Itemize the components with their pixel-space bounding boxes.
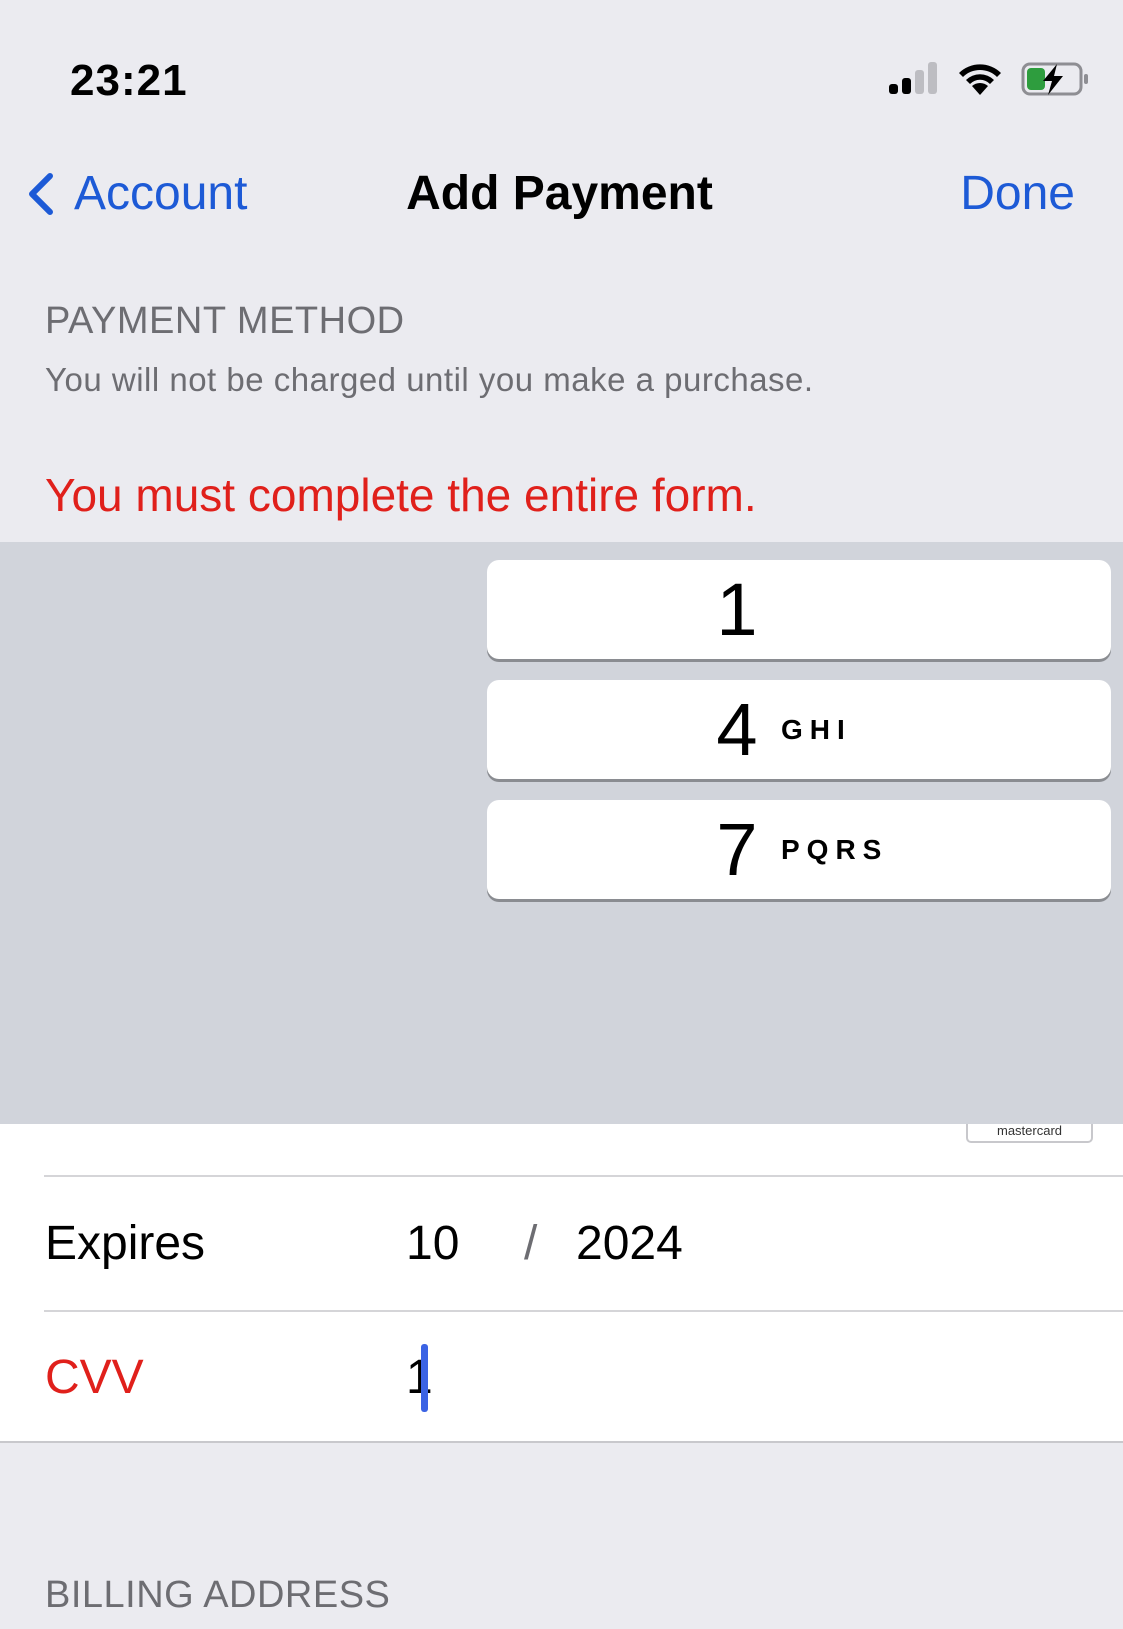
- payment-method-header: PAYMENT METHOD: [45, 300, 405, 342]
- key-digit: 1: [716, 568, 758, 651]
- key-letters: PQRS: [781, 833, 889, 865]
- expires-label: Expires: [45, 1217, 206, 1270]
- status-icons: [889, 62, 1089, 96]
- cvv-field[interactable]: 1: [406, 1350, 433, 1405]
- wifi-icon: [959, 64, 1001, 95]
- done-button[interactable]: Done: [960, 166, 1075, 221]
- key-letters: GHI: [781, 713, 852, 745]
- billing-address-header: BILLING ADDRESS: [45, 1574, 391, 1616]
- battery-charging-icon: [1021, 62, 1088, 96]
- expires-year-field[interactable]: 2024: [576, 1216, 683, 1271]
- chevron-left-icon: [29, 172, 53, 215]
- status-time: 23:21: [70, 56, 188, 105]
- cellular-signal-icon: [889, 62, 937, 94]
- divider: [44, 1175, 1123, 1177]
- page-title: Add Payment: [406, 167, 713, 220]
- key-digit: 7: [716, 808, 758, 891]
- key-digit: 4: [716, 688, 758, 771]
- form-error-message: You must complete the entire form.: [45, 469, 757, 521]
- key-1[interactable]: 1: [487, 560, 1111, 659]
- back-button[interactable]: Account: [24, 166, 247, 221]
- mastercard-logo: mastercard: [966, 1124, 1093, 1143]
- expires-month-field[interactable]: 10: [406, 1216, 459, 1271]
- expires-separator: /: [524, 1217, 538, 1270]
- payment-method-subtitle: You will not be charged until you make a…: [45, 361, 814, 398]
- cvv-label: CVV: [45, 1351, 144, 1404]
- back-label: Account: [74, 167, 248, 220]
- divider: [44, 1310, 1123, 1312]
- key-4[interactable]: 4 GHI: [487, 680, 1111, 779]
- key-7[interactable]: 7 PQRS: [487, 800, 1111, 899]
- text-cursor: [421, 1344, 428, 1412]
- card-form: [0, 1124, 1123, 1443]
